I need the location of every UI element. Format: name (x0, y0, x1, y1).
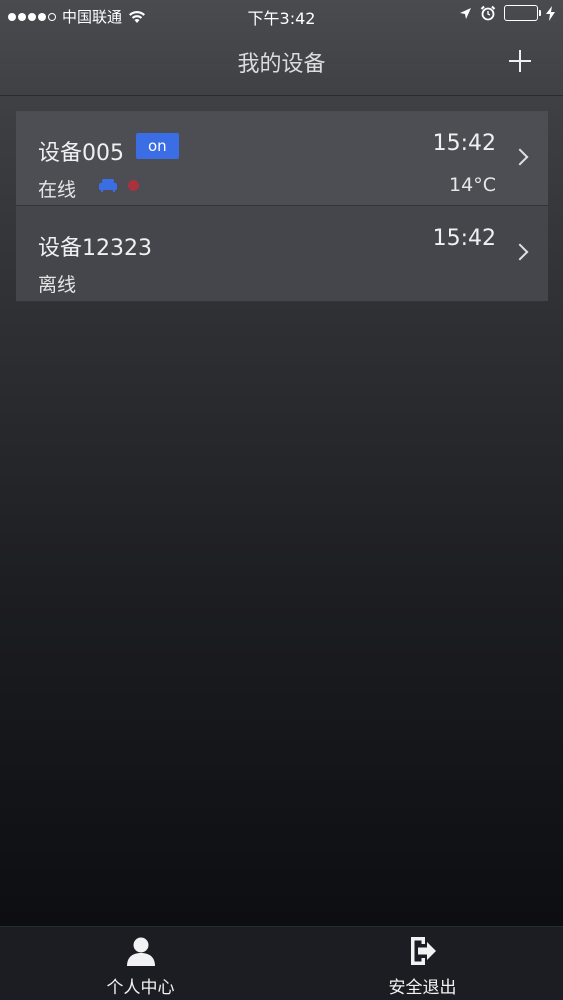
device-status: 在线 (38, 179, 77, 201)
device-temperature: 14°C (449, 174, 496, 196)
person-icon (126, 937, 155, 966)
tab-bar: 个人中心 安全退出 (0, 926, 563, 1000)
tab-label: 个人中心 (106, 978, 175, 998)
device-row[interactable]: 设备12323 15:42 离线 (16, 206, 548, 302)
device-name: 设备12323 (38, 236, 152, 261)
add-device-button[interactable] (507, 48, 533, 74)
chevron-right-icon (511, 243, 529, 261)
device-name: 设备005 (38, 141, 124, 166)
alert-dot-icon (128, 180, 139, 191)
device-row[interactable]: 设备005 on 15:42 在线 14°C (16, 111, 548, 206)
tab-safe-exit[interactable]: 安全退出 (282, 927, 563, 1000)
sofa-icon (99, 179, 117, 192)
page-title: 我的设备 (237, 52, 326, 77)
device-list: 设备005 on 15:42 在线 14°C 设备12323 15:42 离线 (16, 111, 548, 302)
alarm-clock-icon (480, 5, 496, 21)
charging-bolt-icon (546, 5, 555, 21)
location-arrow-icon (460, 7, 471, 19)
chevron-right-icon (511, 148, 529, 166)
exit-door-icon (410, 937, 436, 965)
status-badge: on (136, 133, 179, 159)
battery-icon (504, 5, 541, 21)
device-time: 15:42 (432, 131, 496, 156)
status-right (459, 5, 555, 21)
device-time: 15:42 (432, 226, 496, 251)
nav-bar: 我的设备 (0, 30, 563, 96)
tab-personal-center[interactable]: 个人中心 (0, 927, 281, 1000)
status-bar: 中国联通 下午3:42 (0, 0, 563, 30)
device-status: 离线 (38, 274, 77, 296)
tab-label: 安全退出 (388, 978, 457, 998)
